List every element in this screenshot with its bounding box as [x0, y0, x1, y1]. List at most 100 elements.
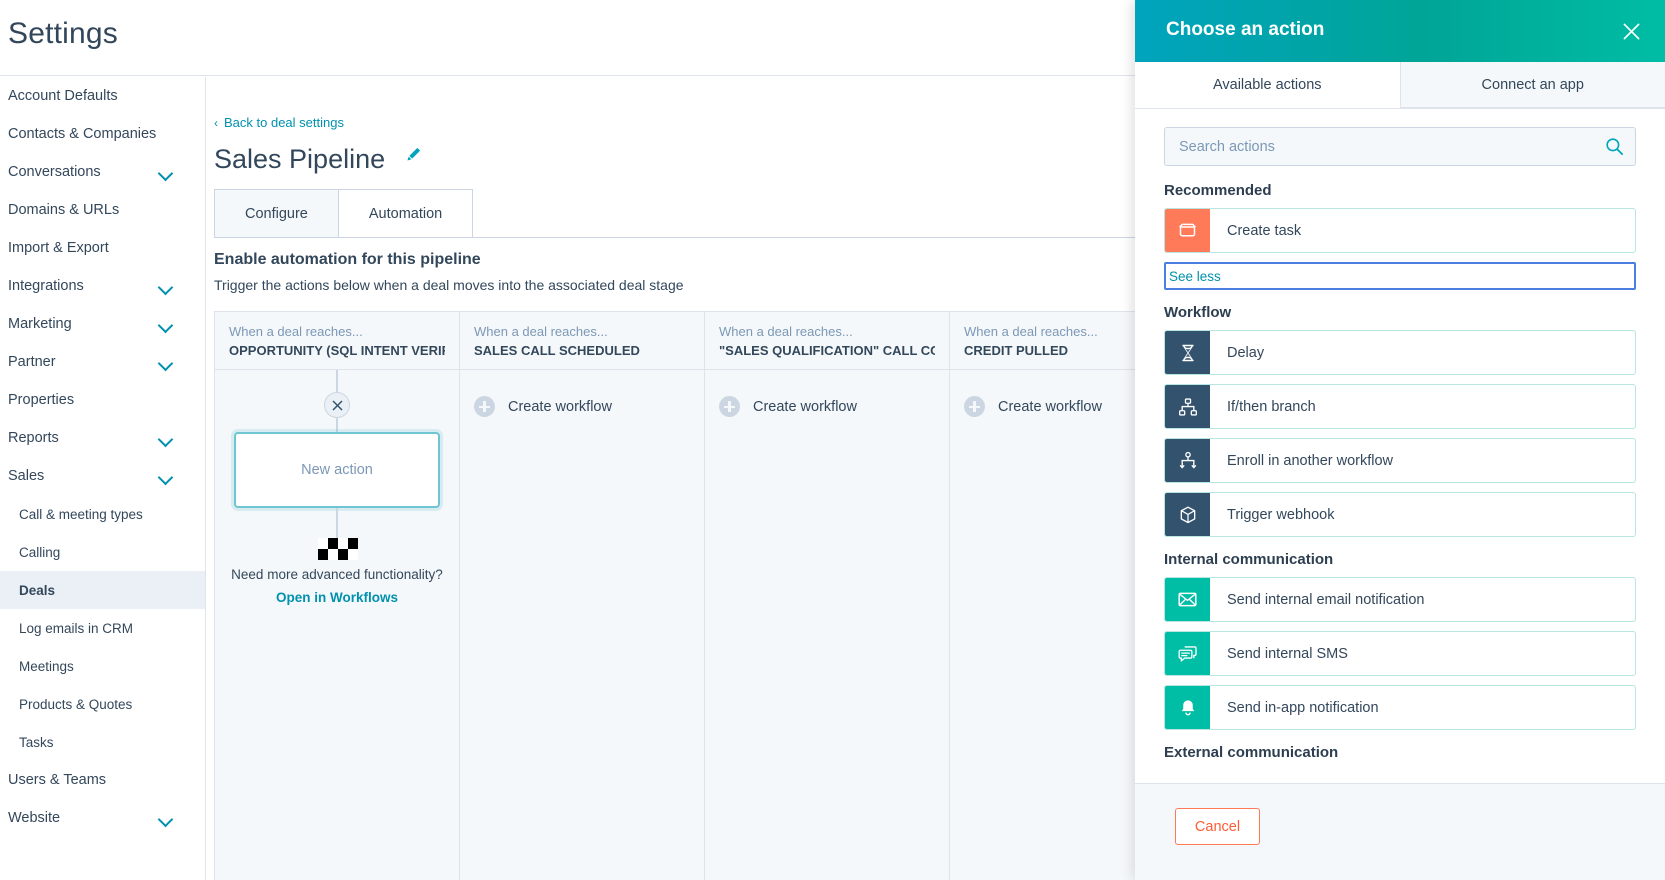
cube-icon — [1165, 493, 1210, 536]
checkered-flag-icon — [318, 538, 358, 560]
action-option-delay[interactable]: Delay — [1164, 330, 1636, 375]
sidebar-item-website[interactable]: Website — [0, 799, 205, 837]
chevron-down-icon[interactable] — [157, 279, 174, 296]
section-heading: Enable automation for this pipeline — [214, 251, 481, 268]
create-workflow-button[interactable]: Create workflow — [474, 396, 612, 417]
sidebar-item-marketing[interactable]: Marketing — [0, 305, 205, 343]
sidebar-item-label: Users & Teams — [8, 772, 107, 788]
sidebar-item-import-export[interactable]: Import & Export — [0, 229, 205, 267]
plus-circle-icon — [474, 396, 495, 417]
action-option-send-internal-email-notification[interactable]: Send internal email notification — [1164, 577, 1636, 622]
new-action-node[interactable]: New action — [234, 432, 440, 508]
action-option-enroll-in-another-workflow[interactable]: Enroll in another workflow — [1164, 438, 1636, 483]
panel-footer: Cancel — [1135, 783, 1665, 880]
tab-configure[interactable]: Configure — [214, 189, 339, 238]
chevron-down-icon[interactable] — [157, 355, 174, 372]
sidebar-item-account-defaults[interactable]: Account Defaults — [0, 77, 205, 115]
chevron-down-icon[interactable] — [157, 165, 174, 182]
remove-action-button[interactable] — [324, 392, 350, 418]
stage-when-label: When a deal reaches... — [719, 324, 853, 339]
sidebar-item-label: Sales — [8, 468, 45, 484]
stage-name: SALES CALL SCHEDULED — [474, 343, 640, 358]
sidebar-item-call-meeting-types[interactable]: Call & meeting types — [0, 495, 205, 533]
create-workflow-button[interactable]: Create workflow — [964, 396, 1102, 417]
sidebar-item-conversations[interactable]: Conversations — [0, 153, 205, 191]
envelope-icon — [1165, 578, 1210, 621]
action-option-create-task[interactable]: Create task — [1164, 208, 1636, 253]
stage-name: "SALES QUALIFICATION" CALL COMP… — [719, 343, 935, 358]
enroll-icon — [1165, 439, 1210, 482]
flow-connector — [336, 370, 338, 394]
action-option-trigger-webhook[interactable]: Trigger webhook — [1164, 492, 1636, 537]
edit-pencil-icon[interactable] — [405, 139, 422, 161]
pipeline-tabs: Configure Automation — [214, 189, 474, 238]
sidebar-item-label: Website — [8, 810, 61, 826]
close-icon[interactable] — [1616, 16, 1646, 46]
flag-square — [328, 538, 338, 549]
sidebar-item-sales[interactable]: Sales — [0, 457, 205, 495]
sidebar-item-meetings[interactable]: Meetings — [0, 647, 205, 685]
action-option-if-then-branch[interactable]: If/then branch — [1164, 384, 1636, 429]
action-option-label: Delay — [1227, 344, 1265, 361]
action-group-heading: Internal communication — [1164, 551, 1334, 568]
flag-square — [318, 549, 328, 560]
panel-tab-available-actions[interactable]: Available actions — [1135, 62, 1400, 108]
sidebar-item-calling[interactable]: Calling — [0, 533, 205, 571]
action-option-label: Trigger webhook — [1227, 506, 1335, 523]
sidebar-item-deals[interactable]: Deals — [0, 571, 205, 609]
sidebar-item-label: Domains & URLs — [8, 202, 120, 218]
create-workflow-label: Create workflow — [753, 398, 857, 415]
create-workflow-label: Create workflow — [508, 398, 612, 415]
page-title: Settings — [8, 17, 118, 50]
sidebar-item-domains-urls[interactable]: Domains & URLs — [0, 191, 205, 229]
tab-automation[interactable]: Automation — [337, 189, 474, 238]
task-icon — [1165, 209, 1210, 252]
action-option-send-internal-sms[interactable]: Send internal SMS — [1164, 631, 1636, 676]
sidebar-item-partner[interactable]: Partner — [0, 343, 205, 381]
flag-square — [338, 549, 348, 560]
sidebar-item-users-teams[interactable]: Users & Teams — [0, 761, 205, 799]
search-input[interactable] — [1164, 127, 1636, 166]
flag-square — [328, 549, 338, 560]
plus-circle-icon — [719, 396, 740, 417]
action-option-send-in-app-notification[interactable]: Send in-app notification — [1164, 685, 1636, 730]
action-option-label: Send in-app notification — [1227, 699, 1379, 716]
sidebar-item-label: Meetings — [19, 658, 74, 674]
chevron-down-icon[interactable] — [157, 431, 174, 448]
sidebar-item-properties[interactable]: Properties — [0, 381, 205, 419]
see-less-button[interactable]: See less — [1164, 262, 1636, 290]
stage-header: When a deal reaches... "SALES QUALIFICATI… — [705, 312, 949, 370]
pipeline-title: Sales Pipeline — [214, 139, 422, 175]
hourglass-icon — [1165, 331, 1210, 374]
chevron-down-icon[interactable] — [157, 317, 174, 334]
sidebar-item-tasks[interactable]: Tasks — [0, 723, 205, 761]
cancel-button[interactable]: Cancel — [1175, 808, 1260, 845]
choose-action-panel: Choose an action Available actions Connec… — [1135, 0, 1665, 880]
sidebar-item-label: Import & Export — [8, 240, 109, 256]
sidebar-item-contacts-companies[interactable]: Contacts & Companies — [0, 115, 205, 153]
open-in-workflows-link[interactable]: Open in Workflows — [215, 590, 459, 605]
chevron-left-icon: ‹ — [214, 116, 218, 130]
sidebar-item-log-emails-in-crm[interactable]: Log emails in CRM — [0, 609, 205, 647]
sidebar-item-label: Log emails in CRM — [19, 620, 134, 636]
pipeline-title-text: Sales Pipeline — [214, 144, 386, 174]
stage-body: Create workflow — [460, 370, 704, 880]
sidebar-item-label: Reports — [8, 430, 59, 446]
create-workflow-button[interactable]: Create workflow — [719, 396, 857, 417]
stage-body: New action Need more advanced functionali… — [215, 370, 459, 880]
panel-tab-connect-an-app[interactable]: Connect an app — [1399, 62, 1665, 108]
back-to-deal-settings-link[interactable]: ‹ Back to deal settings — [214, 115, 344, 130]
chevron-down-icon[interactable] — [157, 811, 174, 828]
search-icon[interactable] — [1605, 137, 1624, 161]
sidebar-item-label: Products & Quotes — [19, 696, 133, 712]
pipeline-stage-column: When a deal reaches... OPPORTUNITY (SQL I… — [215, 312, 460, 880]
chevron-down-icon[interactable] — [157, 469, 174, 486]
sidebar-item-products-quotes[interactable]: Products & Quotes — [0, 685, 205, 723]
sidebar-item-integrations[interactable]: Integrations — [0, 267, 205, 305]
sidebar-item-reports[interactable]: Reports — [0, 419, 205, 457]
stage-name: OPPORTUNITY (SQL INTENT VERIFIED) — [229, 343, 445, 358]
stage-body: Create workflow — [705, 370, 949, 880]
stage-when-label: When a deal reaches... — [229, 324, 363, 339]
sidebar-item-label: Calling — [19, 544, 61, 560]
pipeline-stage-column: When a deal reaches... "SALES QUALIFICATI… — [705, 312, 950, 880]
